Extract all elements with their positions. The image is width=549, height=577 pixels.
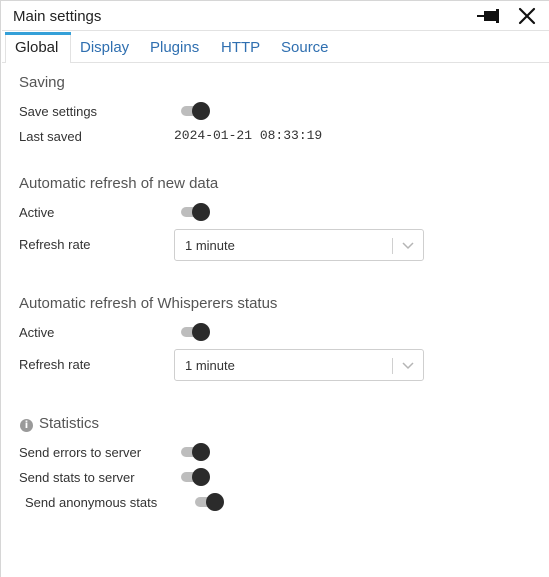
- tab-source[interactable]: Source: [281, 39, 329, 56]
- window-title: Main settings: [13, 8, 102, 25]
- auto-refresh-whisperers-active-toggle[interactable]: [179, 323, 211, 341]
- select-divider: [392, 358, 393, 374]
- auto-refresh-data-active-label: Active: [19, 205, 55, 220]
- auto-refresh-data-rate-label: Refresh rate: [19, 237, 91, 252]
- section-auto-refresh-data-title: Automatic refresh of new data: [19, 175, 219, 192]
- auto-refresh-whisperers-rate-label: Refresh rate: [19, 357, 91, 372]
- section-saving-title: Saving: [19, 74, 65, 91]
- auto-refresh-data-active-toggle[interactable]: [179, 203, 211, 221]
- section-auto-refresh-whisperers-title: Automatic refresh of Whisperers status: [19, 295, 278, 312]
- toggle-knob: [206, 493, 224, 511]
- send-anonymous-label: Send anonymous stats: [25, 495, 158, 510]
- last-saved-value: 2024-01-21 08:33:19: [174, 128, 323, 143]
- tab-plugins[interactable]: Plugins: [150, 39, 199, 56]
- save-settings-label: Save settings: [19, 104, 98, 119]
- last-saved-label: Last saved: [19, 129, 82, 144]
- tab-http[interactable]: HTTP: [221, 39, 260, 56]
- tab-global[interactable]: Global: [15, 39, 58, 56]
- select-value: 1 minute: [185, 238, 235, 253]
- send-stats-label: Send stats to server: [19, 470, 135, 485]
- auto-refresh-data-rate-select[interactable]: 1 minute: [174, 229, 424, 261]
- toggle-knob: [192, 323, 210, 341]
- info-icon[interactable]: i: [20, 419, 33, 432]
- send-errors-toggle[interactable]: [179, 443, 211, 461]
- send-stats-toggle[interactable]: [179, 468, 211, 486]
- toggle-knob: [192, 443, 210, 461]
- save-settings-toggle[interactable]: [179, 102, 211, 120]
- chevron-down-icon: [402, 362, 414, 370]
- settings-window: Main settings Global Display Plugins HTT…: [0, 0, 549, 577]
- pin-icon[interactable]: [476, 6, 504, 26]
- section-statistics-title: Statistics: [39, 415, 100, 432]
- title-bar: Main settings: [2, 2, 549, 31]
- auto-refresh-whisperers-active-label: Active: [19, 325, 55, 340]
- tab-display[interactable]: Display: [80, 39, 129, 56]
- select-divider: [392, 238, 393, 254]
- toggle-knob: [192, 102, 210, 120]
- toggle-knob: [192, 468, 210, 486]
- auto-refresh-whisperers-rate-select[interactable]: 1 minute: [174, 349, 424, 381]
- close-icon[interactable]: [517, 6, 537, 26]
- send-anonymous-toggle[interactable]: [193, 493, 225, 511]
- chevron-down-icon: [402, 242, 414, 250]
- active-tab-indicator: [5, 32, 71, 35]
- toggle-knob: [192, 203, 210, 221]
- select-value: 1 minute: [185, 358, 235, 373]
- send-errors-label: Send errors to server: [19, 445, 142, 460]
- tab-bar: Global Display Plugins HTTP Source: [2, 32, 549, 63]
